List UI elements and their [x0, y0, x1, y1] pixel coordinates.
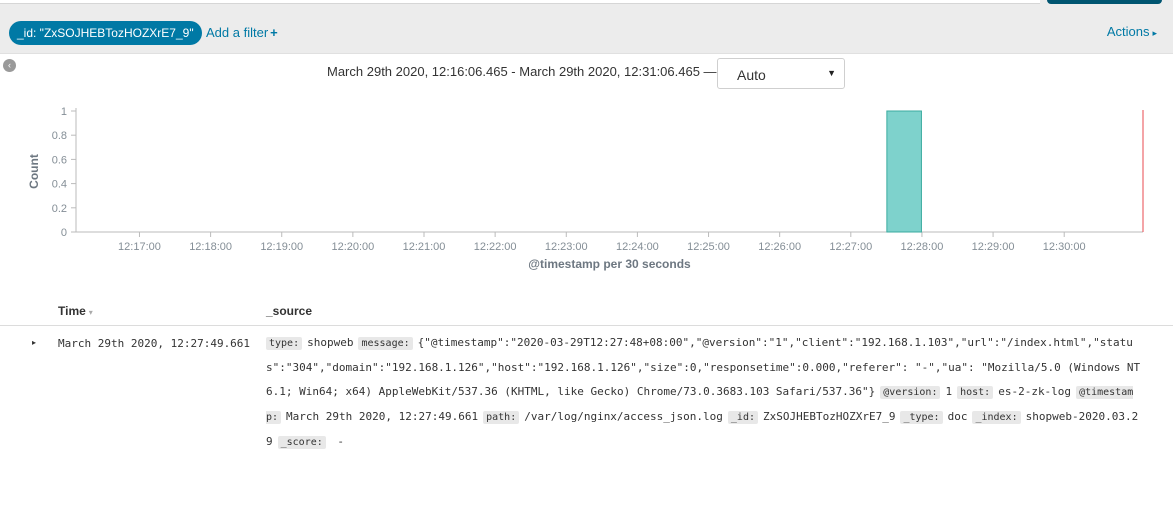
row-time: March 29th 2020, 12:27:49.661	[58, 337, 251, 350]
search-submit-button[interactable]	[1047, 0, 1162, 4]
x-tick-label: 12:19:00	[260, 241, 303, 253]
x-tick-label: 12:22:00	[474, 241, 517, 253]
table-header: Time ▾ _source	[0, 296, 1173, 326]
search-input[interactable]	[0, 0, 1040, 4]
x-tick-label: 12:25:00	[687, 241, 730, 253]
y-tick-label: 0.4	[52, 179, 67, 191]
time-range-label: March 29th 2020, 12:16:06.465 - March 29…	[327, 64, 717, 79]
interval-value: Auto	[737, 67, 766, 83]
source-field-key: message:	[358, 337, 413, 350]
expand-row-icon[interactable]: ▸	[32, 338, 36, 347]
y-tick-label: 1	[61, 106, 67, 118]
x-tick-label: 12:29:00	[972, 241, 1015, 253]
source-field-key: host:	[957, 386, 994, 399]
x-tick-label: 12:23:00	[545, 241, 588, 253]
histogram-bar	[886, 110, 922, 233]
y-tick-label: 0.8	[52, 130, 67, 142]
x-axis-title: @timestamp per 30 seconds	[528, 257, 691, 271]
x-tick-label: 12:28:00	[901, 241, 944, 253]
y-tick-label: 0	[61, 227, 67, 239]
sort-down-icon[interactable]: ▾	[89, 308, 93, 317]
source-field-value: ZxSOJHEBTozHOZXrE7_9	[763, 410, 896, 423]
x-tick-label: 12:20:00	[331, 241, 374, 253]
source-field-value: -	[330, 435, 345, 448]
source-field-key: _type:	[900, 411, 943, 424]
collapse-sidebar-icon[interactable]: ‹	[3, 59, 16, 72]
x-tick-label: 12:18:00	[189, 241, 232, 253]
y-tick-label: 0.6	[52, 154, 67, 166]
row-source: type: shopweb message: {"@timestamp":"2020-…	[266, 331, 1146, 455]
add-filter-label: Add a filter	[206, 25, 269, 40]
source-field-key: type:	[266, 337, 303, 350]
source-field-key: @version:	[880, 386, 941, 399]
x-tick-label: 12:24:00	[616, 241, 659, 253]
source-field-value: shopweb	[307, 336, 354, 349]
x-tick-label: 12:27:00	[829, 241, 872, 253]
y-axis-title: Count	[27, 154, 41, 189]
interval-select[interactable]: Auto ▼	[717, 58, 845, 89]
caret-right-icon: ▸	[1152, 28, 1157, 38]
filter-pill[interactable]: _id: "ZxSOJHEBTozHOZXrE7_9"	[9, 21, 202, 45]
source-field-value: /var/log/nginx/access_json.log	[524, 410, 723, 423]
source-field-value: doc	[947, 410, 968, 423]
x-tick-label: 12:30:00	[1043, 241, 1086, 253]
source-field-key: path:	[483, 411, 520, 424]
source-field-key: _score:	[277, 436, 326, 449]
query-bar-strip	[0, 0, 1173, 12]
plus-icon: +	[270, 25, 278, 40]
actions-menu-button[interactable]: Actions ▸	[1107, 24, 1157, 41]
actions-label: Actions	[1106, 24, 1150, 39]
x-tick-label: 12:26:00	[758, 241, 801, 253]
y-tick-label: 0.2	[52, 203, 67, 215]
histogram-chart: 0 0.2 0.4 0.6 0.8 1 12:17:00 12:18:00 12:19:00 12…	[27, 106, 1144, 271]
source-field-key: _id:	[727, 411, 758, 424]
chevron-down-icon: ▼	[827, 68, 836, 78]
x-tick-label: 12:21:00	[403, 241, 446, 253]
column-header-source: _source	[266, 304, 313, 318]
source-field-value: es-2-zk-log	[998, 385, 1072, 398]
x-tick-label: 12:17:00	[118, 241, 161, 253]
table-row: ▸ March 29th 2020, 12:27:49.661 type: sho…	[0, 327, 1173, 467]
filter-bar: _id: "ZxSOJHEBTozHOZXrE7_9" Add a filter…	[0, 12, 1173, 54]
source-field-key: _index:	[972, 411, 1021, 424]
add-filter-button[interactable]: Add a filter +	[206, 25, 278, 41]
source-field-value: 1	[945, 385, 953, 398]
column-header-time[interactable]: Time ▾	[58, 304, 93, 318]
source-field-value: March 29th 2020, 12:27:49.661	[286, 410, 479, 423]
column-time-label: Time	[58, 304, 86, 318]
